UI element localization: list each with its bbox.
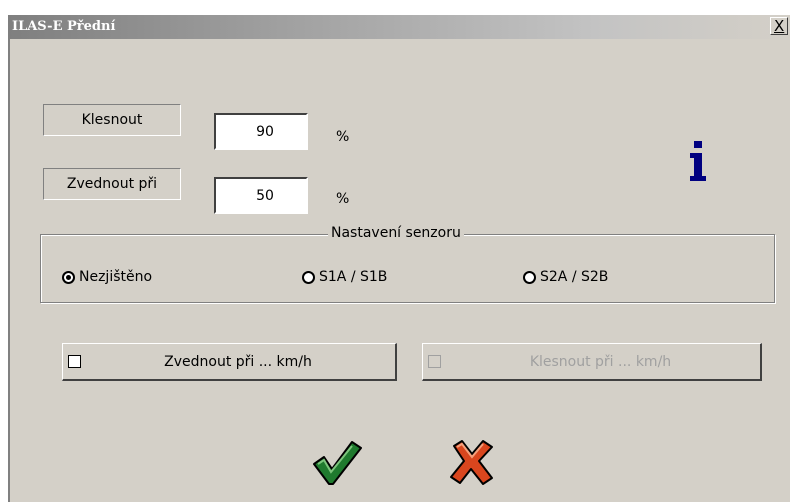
checkbox-icon (428, 355, 441, 368)
klesnout-unit: % (336, 129, 350, 145)
klesnout-pri-kmh-label: Klesnout při ... km/h (529, 353, 672, 370)
radio-s2a-s2b-label: S2A / S2B (540, 269, 609, 285)
zvednout-input[interactable] (214, 177, 308, 214)
zvednout-unit: % (336, 191, 350, 207)
close-button[interactable]: X (770, 17, 788, 35)
title-bar[interactable]: ILAS-E Přední X (8, 15, 790, 39)
zvednout-pri-kmh-label: Zvednout při ... km/h (164, 353, 312, 370)
radio-unselected-icon (302, 270, 315, 284)
close-icon: X (774, 17, 785, 35)
radio-s1a-s1b-label: S1A / S1B (319, 269, 388, 285)
radio-nezjisteno[interactable]: Nezjištěno (62, 269, 152, 285)
radio-nezjisteno-label: Nezjištěno (79, 269, 153, 285)
info-icon[interactable] (690, 141, 706, 183)
checkbox-icon (68, 355, 81, 368)
radio-selected-icon (62, 270, 75, 284)
zvednout-label: Zvednout při (43, 168, 181, 200)
window-title: ILAS-E Přední (12, 19, 116, 34)
checkmark-icon[interactable] (312, 438, 362, 486)
sensor-group-title: Nastavení senzoru (328, 225, 464, 241)
klesnout-pri-kmh-checkbox: Klesnout při ... km/h (422, 343, 762, 381)
klesnout-input[interactable] (214, 113, 308, 150)
klesnout-label: Klesnout (43, 104, 181, 136)
screen: ILAS-E Přední X Klesnout % Zvednout při … (0, 0, 790, 502)
cross-icon[interactable] (448, 438, 496, 486)
radio-unselected-icon (523, 270, 536, 284)
radio-s2a-s2b[interactable]: S2A / S2B (523, 269, 608, 285)
zvednout-pri-kmh-checkbox[interactable]: Zvednout při ... km/h (62, 343, 397, 381)
radio-s1a-s1b[interactable]: S1A / S1B (302, 269, 387, 285)
dialog-window: ILAS-E Přední X Klesnout % Zvednout při … (8, 15, 790, 502)
dialog-body: Klesnout % Zvednout při % Nastavení senz… (8, 39, 790, 502)
